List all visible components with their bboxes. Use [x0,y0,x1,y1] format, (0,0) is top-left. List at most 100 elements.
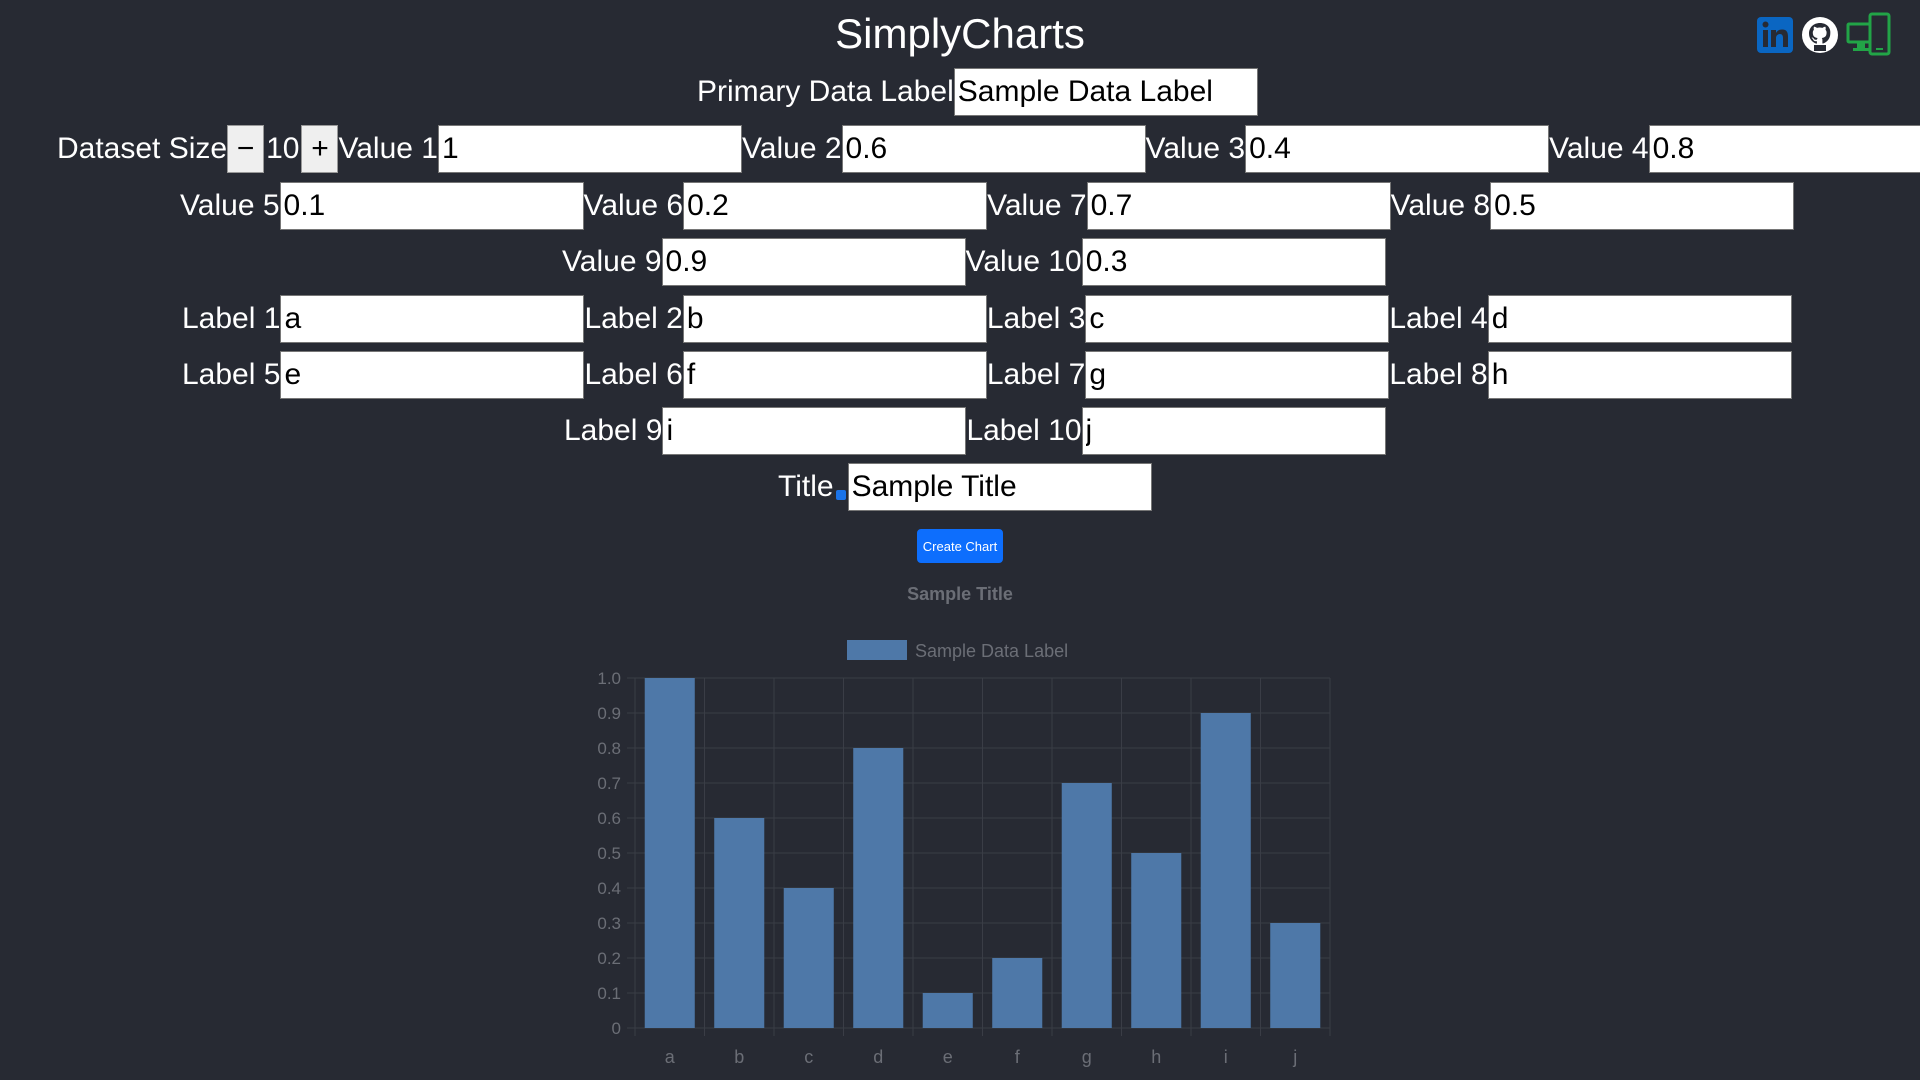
bar-j [1270,923,1321,1028]
value-5-label: Value 5 [180,189,280,222]
title-input[interactable] [847,463,1152,511]
label-8-input[interactable] [1487,351,1792,399]
y-tick-label: 0.3 [597,914,621,933]
value-4-input[interactable] [1648,125,1920,173]
y-tick-label: 0 [612,1019,621,1038]
primary-label-label: Primary Data Label [697,75,954,108]
y-tick-label: 0.2 [597,949,621,968]
x-tick-label: h [1151,1047,1161,1067]
bar-a [644,678,695,1028]
legend-swatch [847,640,907,660]
y-tick-label: 1.0 [597,669,621,688]
chart-title: Sample Title [907,584,1013,604]
label-4-label: Label 4 [1389,302,1488,335]
x-tick-label: c [804,1047,813,1067]
create-chart-button[interactable]: Create Chart [917,529,1003,563]
x-tick-label: j [1292,1047,1297,1067]
y-tick-label: 0.5 [597,844,621,863]
label-5-label: Label 5 [182,358,281,391]
label-3-input[interactable] [1085,295,1390,343]
x-tick-label: a [665,1047,676,1067]
label-10-input[interactable] [1081,407,1386,455]
x-tick-label: g [1082,1047,1092,1067]
label-5-input[interactable] [280,351,585,399]
labels-row-1: Label 1 Label 2 Label 3 Label 4 [182,295,1792,343]
label-7-input[interactable] [1085,351,1390,399]
y-tick-label: 0.9 [597,704,621,723]
label-6-input[interactable] [682,351,987,399]
x-tick-label: d [873,1047,883,1067]
label-3-label: Label 3 [986,302,1086,335]
x-tick-label: e [943,1047,953,1067]
value-9-label: Value 9 [562,245,662,278]
labels-row-2: Label 5 Label 6 Label 7 Label 8 [182,351,1792,399]
value-9-input[interactable] [661,238,966,286]
label-1-label: Label 1 [182,302,281,335]
bar-b [714,818,765,1028]
value-3-input[interactable] [1245,125,1550,173]
devices-icon[interactable] [1846,10,1892,60]
label-6-label: Label 6 [584,358,683,391]
value-7-label: Value 7 [987,189,1087,222]
value-2-label: Value 2 [742,132,842,165]
decrement-button[interactable]: − [227,125,265,173]
social-links [1756,10,1892,60]
legend-label: Sample Data Label [915,641,1068,661]
dataset-row: Dataset Size − 10 + Value 1 Value 2 Valu… [57,125,1920,173]
y-tick-label: 0.7 [597,774,621,793]
value-5-input[interactable] [279,182,584,230]
value-6-label: Value 6 [583,189,684,222]
value-8-input[interactable] [1490,182,1795,230]
y-tick-label: 0.4 [597,879,621,898]
value-10-input[interactable] [1081,238,1386,286]
label-10-label: Label 10 [966,414,1082,447]
value-3-label: Value 3 [1145,132,1246,165]
x-tick-label: f [1015,1047,1021,1067]
title-row: Title [778,463,1152,511]
title-checkbox[interactable] [835,490,846,500]
y-tick-label: 0.8 [597,739,621,758]
value-4-label: Value 4 [1549,132,1649,165]
primary-label-input[interactable] [953,68,1258,116]
value-6-input[interactable] [683,182,988,230]
label-2-label: Label 2 [584,302,683,335]
bar-d [853,748,904,1028]
simplycharts-page: SimplyCharts Primary Data Label Sample D… [0,0,1920,1080]
primary-label-row: Primary Data Label [697,68,1258,116]
bar-c [783,888,834,1028]
increment-button[interactable]: + [301,125,339,173]
values-row-3: Value 9 Value 10 [562,238,1386,286]
github-icon[interactable] [1800,15,1840,55]
label-9-input[interactable] [662,407,967,455]
label-8-label: Label 8 [1389,358,1488,391]
value-2-input[interactable] [841,125,1146,173]
value-8-label: Value 8 [1390,189,1491,222]
labels-row-3: Label 9 Label 10 [564,407,1386,455]
y-tick-label: 0.1 [597,984,621,1003]
bar-chart: Sample Title Sample Data Label 0 0.1 0.2 0.… [560,570,1360,1075]
bar-f [992,958,1043,1028]
values-row-2: Value 5 Value 6 Value 7 Value 8 [180,182,1795,230]
bar-e [922,993,973,1028]
value-1-input[interactable] [438,125,742,173]
x-axis-ticks: a b c d e f g h i j [665,1047,1298,1067]
label-7-label: Label 7 [986,358,1086,391]
label-2-input[interactable] [682,295,987,343]
dataset-size-value: 10 [266,132,300,165]
label-4-input[interactable] [1487,295,1792,343]
bar-g [1061,783,1112,1028]
y-tick-label: 0.6 [597,809,621,828]
x-tick-label: i [1224,1047,1228,1067]
x-tick-label: b [734,1047,744,1067]
bar-h [1131,853,1182,1028]
dataset-size-label: Dataset Size [57,132,228,165]
value-7-input[interactable] [1086,182,1391,230]
bar-chart-svg: Sample Title Sample Data Label 0 0.1 0.2 0.… [597,584,1331,1067]
linkedin-icon[interactable] [1756,15,1794,55]
label-1-input[interactable] [280,295,585,343]
value-10-label: Value 10 [965,245,1082,278]
value-1-label: Value 1 [338,132,438,165]
title-label: Title [778,470,834,503]
bar-i [1200,713,1251,1028]
y-axis-ticks: 0 0.1 0.2 0.3 0.4 0.5 0.6 0.7 0.8 0.9 1.0 [597,669,621,1038]
